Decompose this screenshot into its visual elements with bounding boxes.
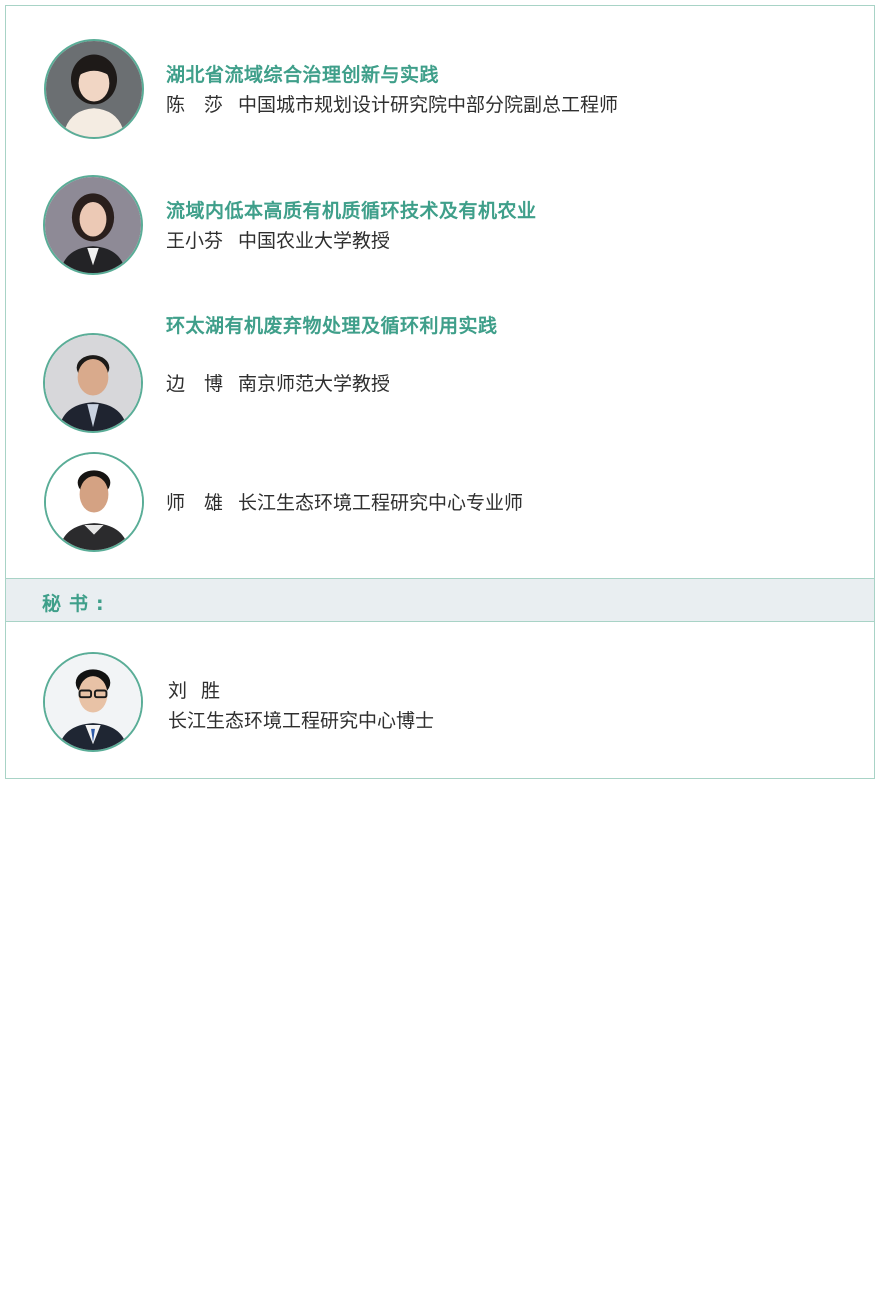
portrait-woman-icon: [46, 41, 142, 137]
speaker-1-affiliation: 中国城市规划设计研究院中部分院副总工程师: [238, 94, 619, 116]
speaker-3-affiliation: 南京师范大学教授: [238, 373, 391, 395]
speaker-1-topic: 湖北省流域综合治理创新与实践: [166, 64, 440, 86]
portrait-man-glasses-icon: [45, 654, 141, 750]
secretary-header: 秘书:: [6, 578, 874, 622]
speaker-1-name: 陈 莎: [166, 94, 224, 116]
speaker-3-topic: 环太湖有机废弃物处理及循环利用实践: [166, 315, 498, 337]
secretary-name: 刘胜: [168, 680, 235, 702]
speaker-4-info: 师 雄长江生态环境工程研究中心专业师: [166, 488, 523, 515]
speaker-photo-2: [43, 175, 143, 275]
secretary-photo: [43, 652, 143, 752]
speaker-4-affiliation: 长江生态环境工程研究中心专业师: [238, 492, 524, 514]
portrait-woman-icon: [45, 177, 141, 273]
program-card: 湖北省流域综合治理创新与实践 陈 莎中国城市规划设计研究院中部分院副总工程师 流…: [5, 5, 875, 779]
speaker-photo-1: [44, 39, 144, 139]
speaker-photo-3: [43, 333, 143, 433]
speaker-3-info: 边 博南京师范大学教授: [166, 369, 390, 396]
portrait-man-icon: [45, 335, 141, 431]
secretary-affiliation: 长江生态环境工程研究中心博士: [168, 710, 435, 732]
speaker-2-name: 王小芬: [166, 230, 224, 252]
speaker-1-info: 陈 莎中国城市规划设计研究院中部分院副总工程师: [166, 90, 618, 117]
speaker-2-info: 王小芬 中国农业大学教授: [166, 226, 390, 253]
speaker-photo-4: [44, 452, 144, 552]
portrait-man-icon: [46, 454, 142, 550]
speaker-2-affiliation: 中国农业大学教授: [238, 230, 391, 252]
secretary-label: 秘书:: [42, 593, 112, 615]
speaker-3-name: 边 博: [166, 373, 224, 395]
speaker-2-topic: 流域内低本高质有机质循环技术及有机农业: [166, 200, 537, 222]
speaker-4-name: 师 雄: [166, 492, 224, 514]
